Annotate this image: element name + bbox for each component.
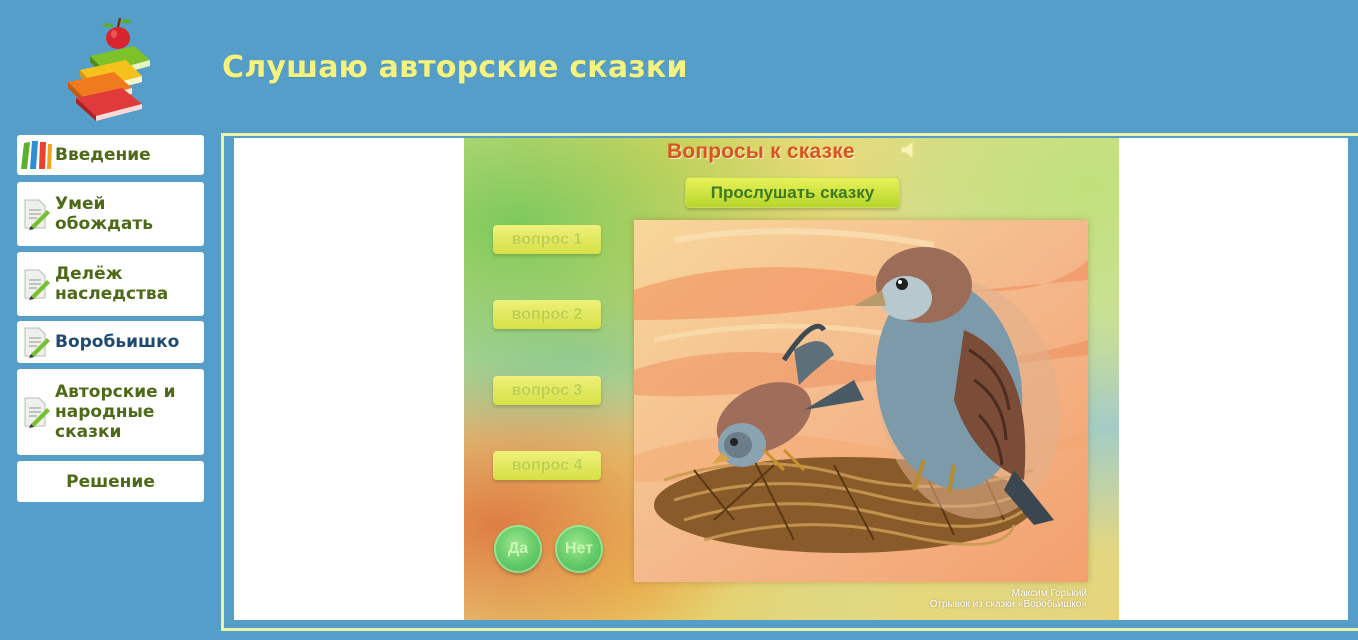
sidebar-item-label: Делёж наследства (55, 264, 168, 304)
sidebar-item-reshenie[interactable]: Решение (17, 461, 204, 502)
document-pencil-icon (17, 326, 55, 358)
label-line: Умей (55, 194, 106, 214)
books-icon (17, 139, 55, 171)
label-line: наследства (55, 284, 169, 304)
question-3-button[interactable]: вопрос 3 (493, 376, 601, 405)
sidebar-item-avtorskie-narodnye[interactable]: Авторские и народные сказки (17, 369, 204, 455)
document-pencil-icon (17, 268, 55, 300)
speaker-icon[interactable] (898, 138, 922, 162)
label-line: Авторские и (55, 382, 176, 402)
sidebar-item-label: Авторские и народные сказки (55, 382, 176, 442)
sidebar-item-label: Введение (55, 145, 151, 165)
sidebar-item-label: Решение (66, 471, 155, 492)
app-title: Слушаю авторские сказки (222, 50, 688, 85)
question-4-button[interactable]: вопрос 4 (493, 451, 601, 480)
quiz-activity-panel: Вопросы к сказке Прослушать сказку вопро… (464, 138, 1119, 620)
label-line: сказки (55, 422, 122, 442)
sparrows-nest-illustration (634, 220, 1088, 582)
label-line: Делёж (55, 264, 123, 284)
yes-button[interactable]: Да (494, 525, 542, 573)
sidebar-item-intro[interactable]: Введение (17, 135, 204, 175)
illustration-caption: Максим Горький Отрывок из сказки «Воробь… (930, 588, 1087, 610)
books-apple-icon (62, 14, 172, 122)
label-line: обождать (55, 214, 153, 234)
sidebar-item-umey-obozhdat[interactable]: Умей обождать (17, 182, 204, 246)
activity-title: Вопросы к сказке (667, 140, 855, 163)
sidebar-item-label: Умей обождать (55, 194, 153, 234)
label-line: народные (55, 402, 155, 422)
question-2-button[interactable]: вопрос 2 (493, 300, 601, 329)
document-pencil-icon (17, 396, 55, 428)
question-1-button[interactable]: вопрос 1 (493, 225, 601, 254)
no-button[interactable]: Нет (555, 525, 603, 573)
caption-author: Максим Горький (1011, 588, 1087, 599)
sidebar-item-label: Воробьишко (55, 332, 180, 352)
listen-story-button[interactable]: Прослушать сказку (685, 177, 900, 208)
document-pencil-icon (17, 198, 55, 230)
sidebar-item-delezh-nasledstva[interactable]: Делёж наследства (17, 252, 204, 316)
caption-source: Отрывок из сказки «Воробьишко» (929, 599, 1087, 610)
sidebar-item-vorobishko[interactable]: Воробьишко (17, 321, 204, 363)
